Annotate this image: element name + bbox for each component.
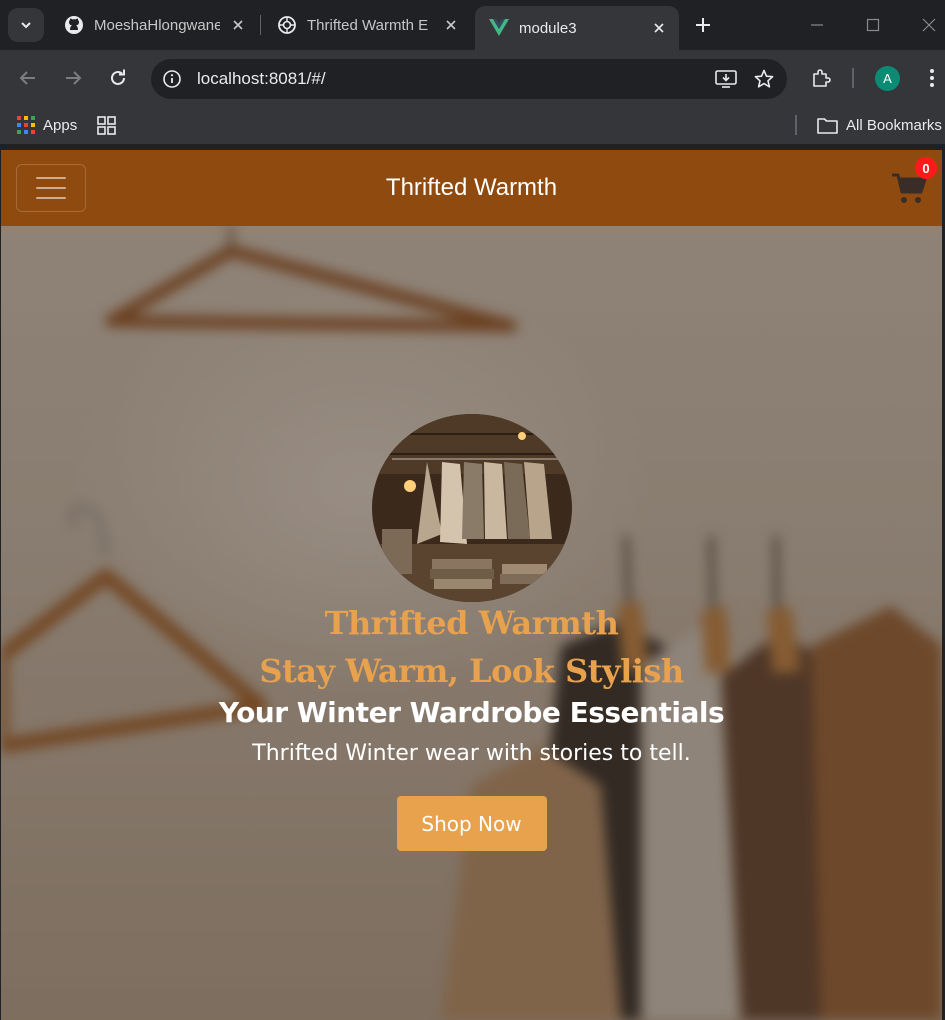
close-window-button[interactable]: [914, 10, 944, 40]
minimize-icon: [811, 24, 823, 26]
reload-button[interactable]: [102, 62, 134, 94]
apps-grid-icon: [17, 116, 35, 134]
hero-content: Thrifted Warmth Stay Warm, Look Stylish …: [1, 414, 942, 851]
tab-search-button[interactable]: [8, 8, 44, 42]
forward-button[interactable]: [57, 62, 89, 94]
all-bookmarks-button[interactable]: All Bookmarks: [817, 112, 942, 138]
apps-label: Apps: [43, 116, 78, 134]
hero-title: Thrifted Warmth: [324, 604, 619, 642]
hero-store-image: [371, 414, 572, 602]
bookmark-star-icon[interactable]: [749, 64, 779, 94]
bookmarks-divider: [795, 115, 797, 135]
hero-section: Thrifted Warmth Stay Warm, Look Stylish …: [1, 226, 942, 1020]
chatgpt-icon: [277, 15, 297, 35]
site-info-icon[interactable]: [161, 68, 183, 90]
tab-title: MoeshaHlongwane: [94, 16, 220, 34]
maximize-icon: [866, 18, 880, 32]
puzzle-icon: [813, 69, 831, 87]
tab-divider: [260, 15, 261, 35]
install-app-icon[interactable]: [711, 64, 741, 94]
url-text[interactable]: localhost:8081/#/: [197, 69, 711, 89]
hero-subtitle: Stay Warm, Look Stylish: [259, 652, 684, 690]
site-brand[interactable]: Thrifted Warmth: [1, 174, 942, 202]
extensions-button[interactable]: [805, 62, 837, 94]
plus-icon: [696, 18, 710, 32]
hero-tagline: Thrifted Winter wear with stories to tel…: [252, 741, 691, 766]
more-vertical-icon: [930, 69, 934, 87]
shop-now-button[interactable]: Shop Now: [396, 796, 547, 851]
back-button[interactable]: [12, 62, 44, 94]
forward-arrow-icon: [66, 71, 82, 85]
reload-icon: [111, 69, 125, 85]
tab-strip: MoeshaHlongwane Thrifted Warmth E module…: [0, 0, 945, 50]
profile-avatar[interactable]: A: [875, 66, 900, 91]
github-icon: [64, 15, 84, 35]
apps-bookmark[interactable]: Apps: [17, 112, 77, 138]
tab-title: Thrifted Warmth E: [307, 16, 429, 34]
close-tab-icon[interactable]: [441, 15, 461, 35]
close-icon: [922, 18, 936, 32]
bookmarks-bar: Apps All Bookmarks: [0, 106, 945, 144]
chevron-down-icon: [21, 22, 31, 29]
back-arrow-icon: [19, 71, 35, 85]
vue-icon: [489, 18, 509, 38]
site-navbar: Thrifted Warmth 0: [1, 150, 942, 226]
tab-groups-bookmark[interactable]: [97, 112, 124, 138]
page-viewport: Thrifted Warmth 0 Thrifted Warmth Stay W…: [1, 150, 942, 1020]
hero-heading: Your Winter Wardrobe Essentials: [218, 696, 725, 729]
close-tab-icon[interactable]: [649, 18, 669, 38]
minimize-button[interactable]: [802, 10, 832, 40]
close-tab-icon[interactable]: [228, 15, 248, 35]
address-bar[interactable]: localhost:8081/#/: [151, 59, 787, 99]
tab-github[interactable]: MoeshaHlongwane: [50, 6, 258, 44]
folder-icon: [817, 117, 838, 134]
cart-count-badge: 0: [915, 157, 937, 179]
tab-module3[interactable]: module3: [475, 6, 679, 50]
all-bookmarks-label: All Bookmarks: [846, 116, 942, 134]
maximize-button[interactable]: [858, 10, 888, 40]
tab-groups-icon: [97, 115, 116, 135]
tab-thrifted-warmth[interactable]: Thrifted Warmth E: [263, 6, 471, 44]
toolbar-divider: [852, 68, 854, 88]
browser-menu-button[interactable]: [916, 62, 945, 94]
new-tab-button[interactable]: [688, 10, 718, 40]
browser-toolbar: localhost:8081/#/: [0, 50, 945, 106]
tab-title: module3: [519, 19, 577, 37]
